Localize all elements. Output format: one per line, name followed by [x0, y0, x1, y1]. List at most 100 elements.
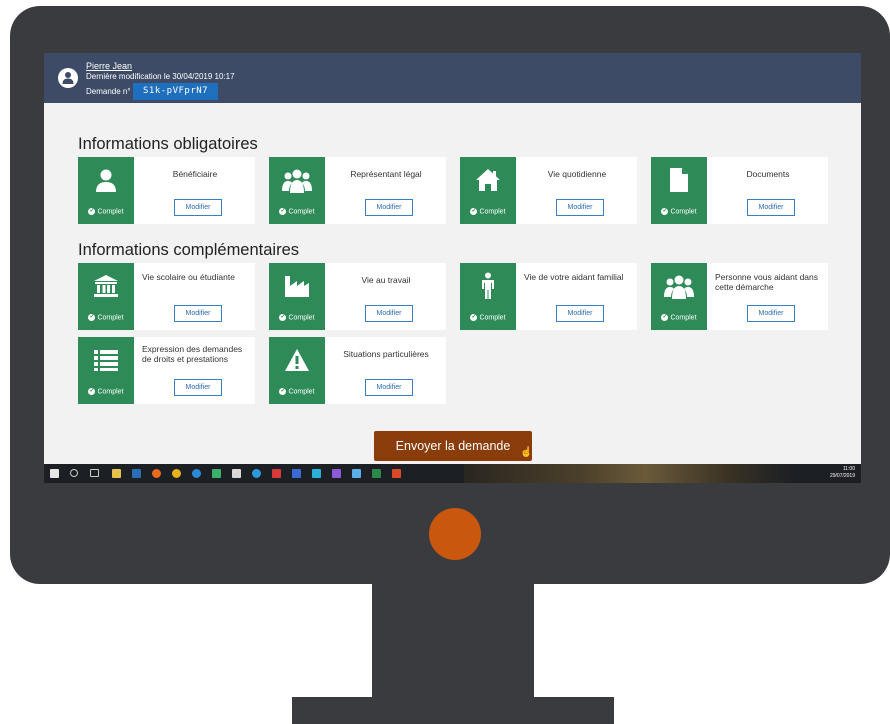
card-status-panel: ✓ Complet — [78, 263, 134, 330]
modify-button-representant-legal[interactable]: Modifier — [365, 199, 413, 216]
card-beneficiaire: ✓ Complet Bénéficiaire Modifier — [78, 157, 255, 224]
card-status-panel: ✓ Complet — [651, 157, 707, 224]
card-status-text: Complet — [288, 388, 315, 395]
app-icon[interactable] — [292, 469, 301, 478]
edge-icon[interactable] — [192, 469, 201, 478]
last-modified-text: Dernière modification le 30/04/2019 10:1… — [86, 72, 235, 81]
chrome-icon[interactable] — [172, 469, 181, 478]
card-representant-legal: ✓ Complet Représentant légal Modifier — [269, 157, 446, 224]
taskbar-clock[interactable]: 11:00 29/07/2019 — [815, 466, 855, 480]
screen: Pierre Jean Dernière modification le 30/… — [44, 53, 861, 483]
app-header: Pierre Jean Dernière modification le 30/… — [44, 53, 861, 103]
institution-icon — [94, 275, 118, 297]
group-icon — [282, 169, 312, 193]
acrobat-icon[interactable] — [392, 469, 401, 478]
card-status-panel: ✓ Complet — [460, 263, 516, 330]
submit-request-button[interactable]: Envoyer la demande — [374, 431, 532, 461]
check-icon: ✓ — [470, 313, 478, 321]
card-vie-quotidienne: ✓ Complet Vie quotidienne Modifier — [460, 157, 637, 224]
app-icon[interactable] — [232, 469, 241, 478]
clock-time: 11:00 — [842, 466, 855, 472]
card-label: Personne vous aidant dans cette démarche — [715, 272, 819, 292]
outlook-icon[interactable] — [132, 469, 141, 478]
check-icon: ✓ — [88, 207, 96, 215]
card-personne-aidant: ✓ Complet Personne vous aidant dans cette… — [651, 263, 828, 330]
document-icon — [670, 168, 688, 192]
card-status-text: Complet — [670, 314, 697, 321]
app-icon[interactable] — [252, 469, 261, 478]
check-icon: ✓ — [470, 207, 478, 215]
excel-icon[interactable] — [372, 469, 381, 478]
card-label: Expression des demandes de droits et pre… — [142, 344, 243, 364]
search-icon[interactable] — [70, 469, 78, 477]
card-status-panel: ✓ Complet — [269, 263, 325, 330]
modify-button-documents[interactable]: Modifier — [747, 199, 795, 216]
warning-icon — [285, 349, 309, 371]
home-icon — [476, 169, 500, 191]
modify-button-vie-au-travail[interactable]: Modifier — [365, 305, 413, 322]
request-number-label: Demande n° — [86, 87, 131, 96]
person-icon — [96, 169, 116, 192]
check-icon: ✓ — [661, 313, 669, 321]
card-status-text: Complet — [288, 208, 315, 215]
check-icon: ✓ — [279, 313, 287, 321]
modify-button-vie-quotidienne[interactable]: Modifier — [556, 199, 604, 216]
section-title-mandatory: Informations obligatoires — [78, 135, 258, 153]
card-label: Vie quotidienne — [547, 169, 607, 179]
card-status-panel: ✓ Complet — [269, 337, 325, 404]
file-explorer-icon[interactable] — [112, 469, 121, 478]
app-icon[interactable] — [312, 469, 321, 478]
check-icon: ✓ — [88, 387, 96, 395]
factory-icon — [285, 276, 309, 297]
card-label: Documents — [746, 169, 790, 179]
app-icon[interactable] — [352, 469, 361, 478]
modify-button-situations-particulieres[interactable]: Modifier — [365, 379, 413, 396]
card-label: Situations particulières — [343, 349, 429, 359]
modify-button-vie-scolaire[interactable]: Modifier — [174, 305, 222, 322]
card-label: Vie de votre aidant familial — [524, 272, 624, 282]
monitor-neck — [372, 584, 534, 698]
check-icon: ✓ — [88, 313, 96, 321]
power-indicator — [429, 508, 481, 560]
modify-button-aidant-familial[interactable]: Modifier — [556, 305, 604, 322]
card-situations-particulieres: ✓ Complet Situations particulières Modifi… — [269, 337, 446, 404]
card-aidant-familial: ✓ Complet Vie de votre aidant familial Mo… — [460, 263, 637, 330]
app-icon[interactable] — [272, 469, 281, 478]
task-view-icon[interactable] — [90, 469, 99, 477]
check-icon: ✓ — [279, 387, 287, 395]
modify-button-beneficiaire[interactable]: Modifier — [174, 199, 222, 216]
firefox-icon[interactable] — [152, 469, 161, 478]
app-icon[interactable] — [212, 469, 221, 478]
avatar — [58, 68, 78, 88]
monitor-base — [292, 697, 614, 724]
card-status-text: Complet — [97, 388, 124, 395]
card-status-text: Complet — [670, 208, 697, 215]
group-icon — [664, 275, 694, 299]
section-title-complementary: Informations complémentaires — [78, 241, 300, 259]
card-status-text: Complet — [97, 208, 124, 215]
modify-button-expression-demandes[interactable]: Modifier — [174, 379, 222, 396]
card-status-text: Complet — [479, 314, 506, 321]
user-name-link[interactable]: Pierre Jean — [86, 61, 132, 71]
card-documents: ✓ Complet Documents Modifier — [651, 157, 828, 224]
card-status-panel: ✓ Complet — [78, 157, 134, 224]
card-label: Vie scolaire ou étudiante — [142, 272, 235, 282]
card-status-text: Complet — [97, 314, 124, 321]
check-icon: ✓ — [279, 207, 287, 215]
start-icon[interactable] — [50, 469, 59, 478]
card-status-panel: ✓ Complet — [78, 337, 134, 404]
app-icon[interactable] — [332, 469, 341, 478]
check-icon: ✓ — [661, 207, 669, 215]
card-status-panel: ✓ Complet — [651, 263, 707, 330]
card-label: Représentant légal — [350, 169, 422, 179]
modify-button-personne-aidant[interactable]: Modifier — [747, 305, 795, 322]
card-status-text: Complet — [479, 208, 506, 215]
card-status-panel: ✓ Complet — [460, 157, 516, 224]
os-taskbar: 11:00 29/07/2019 — [44, 464, 861, 483]
clock-date: 29/07/2019 — [829, 473, 855, 479]
card-vie-scolaire: ✓ Complet Vie scolaire ou étudiante Modif… — [78, 263, 255, 330]
taskbar-wallpaper — [464, 464, 794, 483]
card-status-panel: ✓ Complet — [269, 157, 325, 224]
card-label: Bénéficiaire — [172, 169, 218, 179]
card-label: Vie au travail — [361, 275, 411, 285]
